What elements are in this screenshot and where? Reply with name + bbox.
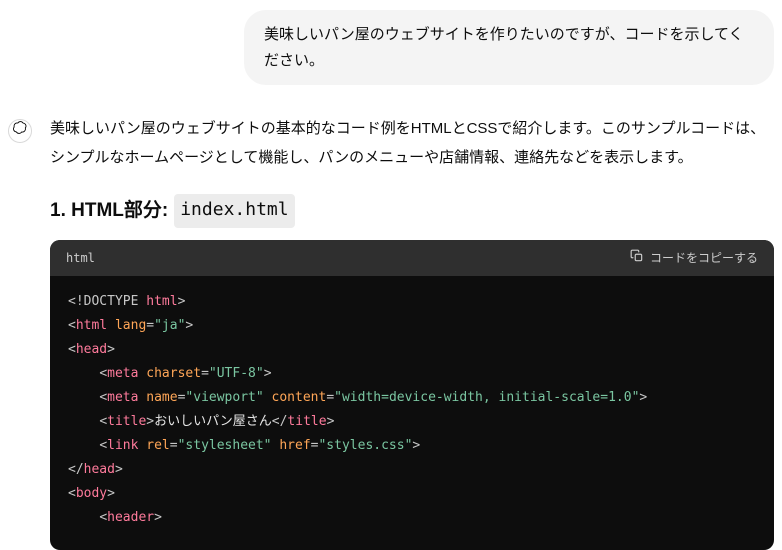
code-block-header: html コードをコピーする	[50, 240, 774, 276]
assistant-content: 美味しいパン屋のウェブサイトの基本的なコード例をHTMLとCSSで紹介します。こ…	[50, 115, 774, 550]
code-block: html コードをコピーする <!DOCTYPE html> <html lan…	[50, 240, 774, 550]
code-language-label: html	[66, 248, 95, 268]
copy-code-button[interactable]: コードをコピーする	[630, 249, 758, 266]
assistant-message-row: 美味しいパン屋のウェブサイトの基本的なコード例をHTMLとCSSで紹介します。こ…	[8, 115, 774, 550]
copy-code-label: コードをコピーする	[650, 249, 758, 266]
openai-logo-icon	[13, 118, 28, 144]
assistant-avatar	[8, 119, 32, 143]
section-heading-filename: index.html	[174, 194, 294, 228]
code-content[interactable]: <!DOCTYPE html> <html lang="ja"> <head> …	[50, 276, 774, 550]
user-message-bubble: 美味しいパン屋のウェブサイトを作りたいのですが、コードを示してください。	[244, 10, 774, 85]
copy-icon	[630, 249, 644, 266]
user-message-text: 美味しいパン屋のウェブサイトを作りたいのですが、コードを示してください。	[264, 26, 744, 69]
section-heading-prefix: 1. HTML部分:	[50, 195, 168, 227]
section-heading-1: 1. HTML部分: index.html	[50, 194, 774, 228]
user-message-row: 美味しいパン屋のウェブサイトを作りたいのですが、コードを示してください。	[8, 10, 774, 85]
assistant-intro-text: 美味しいパン屋のウェブサイトの基本的なコード例をHTMLとCSSで紹介します。こ…	[50, 115, 774, 172]
